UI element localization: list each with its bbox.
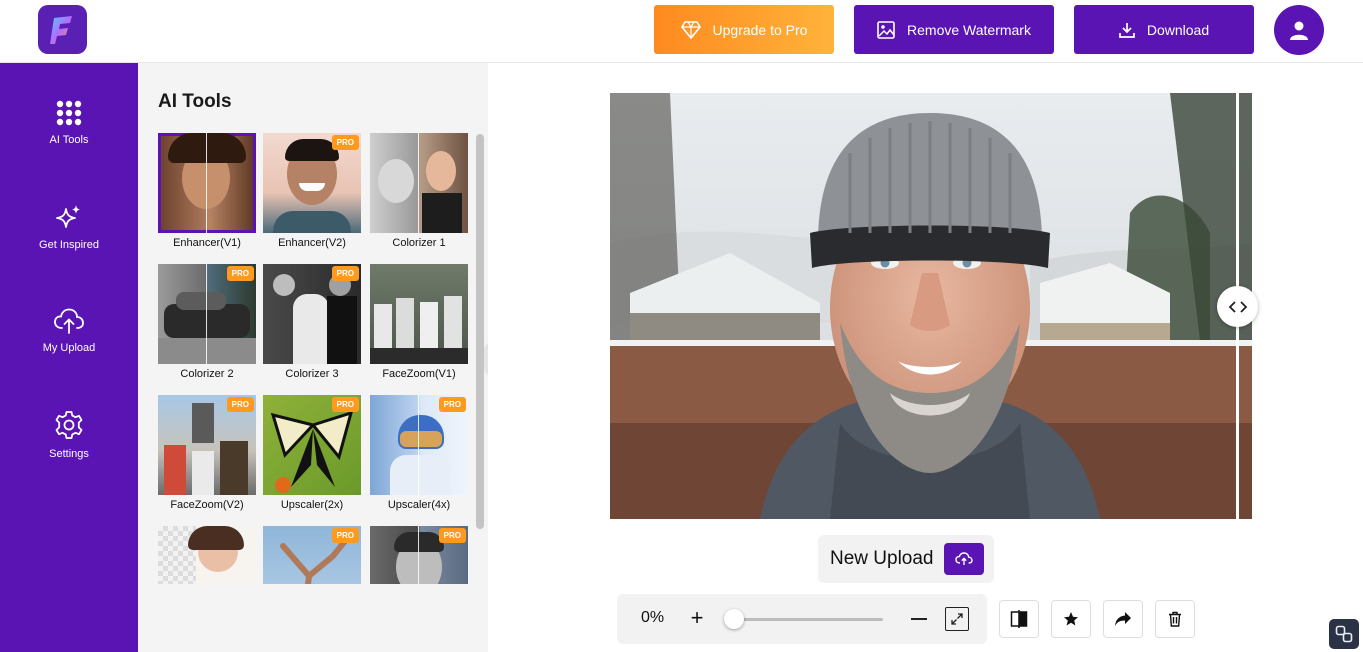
tool-facezoom-v1[interactable]: FaceZoom(V1) [370, 264, 468, 380]
gear-icon [55, 411, 83, 439]
pro-badge: PRO [331, 397, 359, 412]
tool-thumbnail: PRO [370, 526, 468, 584]
share-button[interactable] [1103, 600, 1143, 638]
favorite-button[interactable] [1051, 600, 1091, 638]
tool-thumbnail: PRO [263, 264, 361, 364]
user-avatar-button[interactable] [1274, 5, 1324, 55]
pro-badge: PRO [331, 135, 359, 150]
diamond-icon [680, 20, 701, 39]
cloud-upload-icon [54, 308, 84, 334]
download-icon [1119, 22, 1135, 38]
pro-badge: PRO [226, 266, 254, 281]
new-upload-label: New Upload [830, 548, 934, 569]
pro-badge: PRO [226, 397, 254, 412]
sidebar-item-label: AI Tools [49, 134, 89, 146]
grid-icon [56, 100, 82, 126]
arrows-left-right-icon [1228, 300, 1247, 313]
tool-thumbnail [158, 133, 256, 233]
tool-name: Colorizer 2 [180, 368, 234, 380]
zoom-in-button[interactable]: + [687, 607, 707, 629]
tool-upscaler-4x[interactable]: PRO Upscaler(4x) [370, 395, 468, 511]
tool-thumbnail [158, 526, 256, 584]
tool-sky-replace[interactable]: PRO [263, 526, 361, 584]
tool-name: Colorizer 3 [285, 368, 339, 380]
tool-facezoom-v2[interactable]: PRO FaceZoom(V2) [158, 395, 256, 511]
sidebar-item-label: My Upload [42, 342, 96, 354]
cloud-upload-icon [943, 543, 984, 575]
ai-tools-panel: AI Tools Enhancer(V1) PRO Enhancer(V2) C… [138, 63, 488, 652]
tool-name: Upscaler(2x) [280, 499, 344, 511]
expand-icon [951, 613, 963, 625]
image-icon [877, 20, 895, 39]
sidebar-item-my-upload[interactable]: My Upload [0, 308, 138, 354]
tool-background-remover[interactable] [158, 526, 256, 584]
tool-thumbnail: PRO [158, 395, 256, 495]
remove-watermark-button[interactable]: Remove Watermark [854, 5, 1054, 54]
tools-scrollbar[interactable] [476, 134, 484, 529]
photo-illustration [610, 93, 1252, 519]
logo-icon [49, 15, 72, 44]
user-icon [1290, 21, 1308, 40]
pro-badge: PRO [438, 397, 466, 412]
tool-upscaler-2x[interactable]: PRO Upscaler(2x) [263, 395, 361, 511]
tool-name: Enhancer(V2) [278, 237, 346, 249]
tool-thumbnail: PRO [370, 395, 468, 495]
zoom-percent: 0% [641, 609, 665, 626]
tool-name: FaceZoom(V1) [382, 368, 456, 380]
compare-slider-handle[interactable] [1217, 286, 1258, 327]
zoom-out-button[interactable] [911, 618, 927, 620]
tool-thumbnail [370, 264, 468, 364]
tool-name: Upscaler(4x) [387, 499, 451, 511]
pro-badge: PRO [331, 528, 359, 543]
sparkles-icon [56, 205, 80, 228]
tool-colorizer-3[interactable]: PRO Colorizer 3 [263, 264, 361, 380]
fit-to-screen-button[interactable] [945, 607, 969, 631]
upgrade-to-pro-button[interactable]: Upgrade to Pro [654, 5, 834, 54]
tool-colorizer-1[interactable]: Colorizer 1 [370, 133, 468, 249]
remove-watermark-label: Remove Watermark [907, 21, 1031, 38]
link-icon [1335, 625, 1353, 643]
share-arrow-icon [1115, 612, 1131, 626]
pro-badge: PRO [438, 528, 466, 543]
zoom-controls: 0% + [617, 594, 987, 644]
split-view-icon [1010, 610, 1028, 628]
edited-photo [610, 93, 1252, 519]
sidebar-item-ai-tools[interactable]: AI Tools [0, 100, 138, 146]
tools-grid: Enhancer(V1) PRO Enhancer(V2) Colorizer … [158, 133, 470, 584]
download-button[interactable]: Download [1074, 5, 1254, 54]
delete-button[interactable] [1155, 600, 1195, 638]
tool-enhancer-v2[interactable]: PRO Enhancer(V2) [263, 133, 361, 249]
tool-thumbnail: PRO [263, 395, 361, 495]
pro-badge: PRO [331, 266, 359, 281]
top-bar: Upgrade to Pro Remove Watermark Download [0, 0, 1363, 63]
tool-name: FaceZoom(V2) [170, 499, 244, 511]
sidebar-item-settings[interactable]: Settings [0, 410, 138, 460]
tool-colorizer-2[interactable]: PRO Colorizer 2 [158, 264, 256, 380]
sidebar-item-label: Settings [49, 448, 89, 460]
tool-thumbnail: PRO [263, 526, 361, 584]
upgrade-label: Upgrade to Pro [712, 21, 808, 38]
new-upload-button[interactable]: New Upload [818, 535, 994, 583]
tool-name: Enhancer(V1) [173, 237, 241, 249]
tool-thumbnail: PRO [263, 133, 361, 233]
tool-thumbnail [370, 133, 468, 233]
sidebar-item-get-inspired[interactable]: Get Inspired [0, 203, 138, 251]
extension-badge[interactable] [1329, 619, 1359, 649]
sidebar-item-label: Get Inspired [39, 239, 99, 251]
tool-thumbnail: PRO [158, 264, 256, 364]
download-label: Download [1146, 21, 1210, 38]
sidebar-rail: AI Tools Get Inspired My Upload Settings [0, 63, 138, 652]
tool-enhancer-v1[interactable]: Enhancer(V1) [158, 133, 256, 249]
zoom-slider-track[interactable] [733, 618, 883, 621]
trash-icon [1169, 611, 1181, 627]
panel-title: AI Tools [158, 91, 232, 112]
tool-name: Colorizer 1 [392, 237, 446, 249]
compare-toggle-button[interactable] [999, 600, 1039, 638]
app-logo[interactable] [38, 5, 87, 54]
star-icon [1064, 612, 1078, 626]
zoom-slider-thumb[interactable] [724, 609, 744, 629]
tool-portrait-colorize[interactable]: PRO [370, 526, 468, 584]
